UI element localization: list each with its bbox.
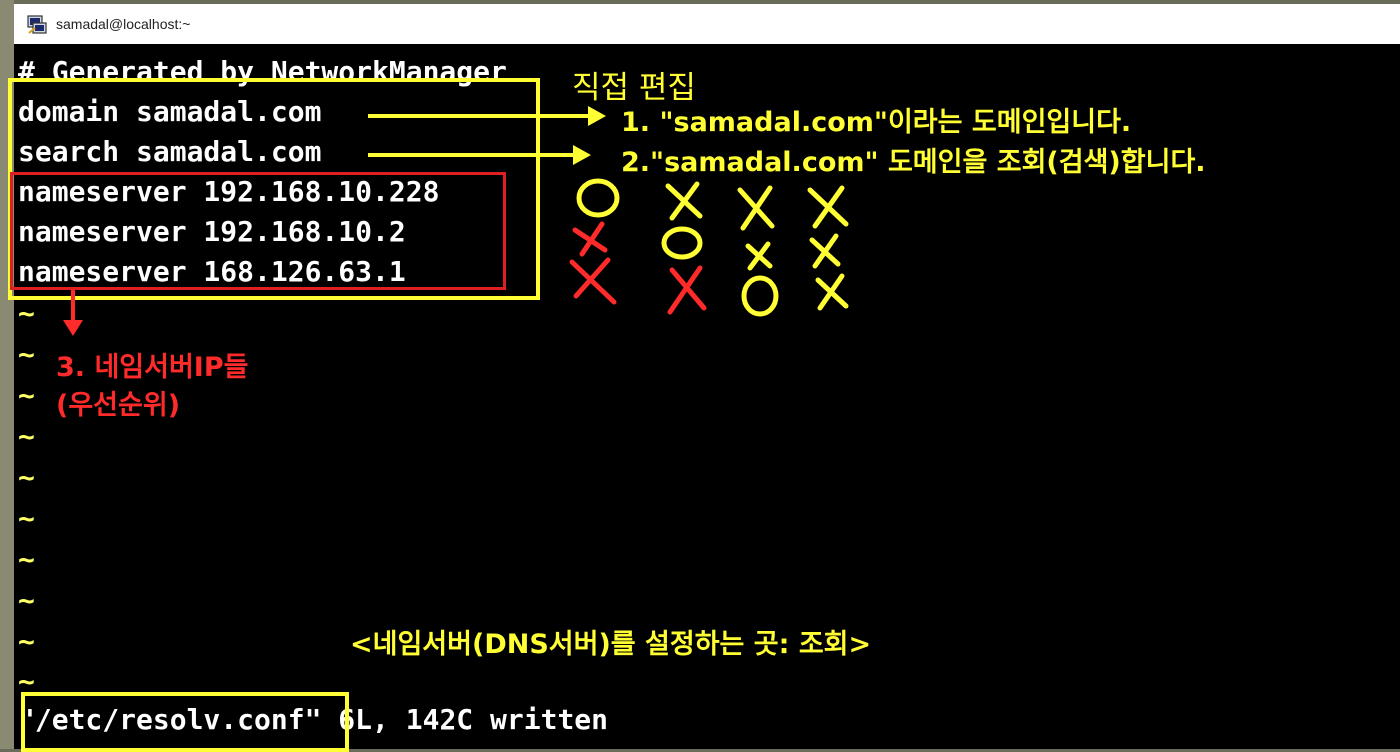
o-mark xyxy=(661,226,703,260)
x-mark xyxy=(745,241,773,271)
x-mark xyxy=(809,233,841,269)
o-mark xyxy=(741,275,779,317)
x-mark xyxy=(665,181,703,221)
x-mark xyxy=(807,185,849,229)
arrow-nameservers xyxy=(63,290,83,336)
x-mark xyxy=(667,265,707,315)
x-mark xyxy=(737,185,775,231)
x-mark xyxy=(569,257,617,305)
arrow-search xyxy=(368,145,591,165)
x-mark xyxy=(815,273,849,311)
o-mark xyxy=(576,178,620,218)
annotation-drawings xyxy=(63,106,849,336)
x-mark xyxy=(572,221,608,257)
ox-marks xyxy=(569,178,849,317)
arrow-domain xyxy=(368,106,606,126)
